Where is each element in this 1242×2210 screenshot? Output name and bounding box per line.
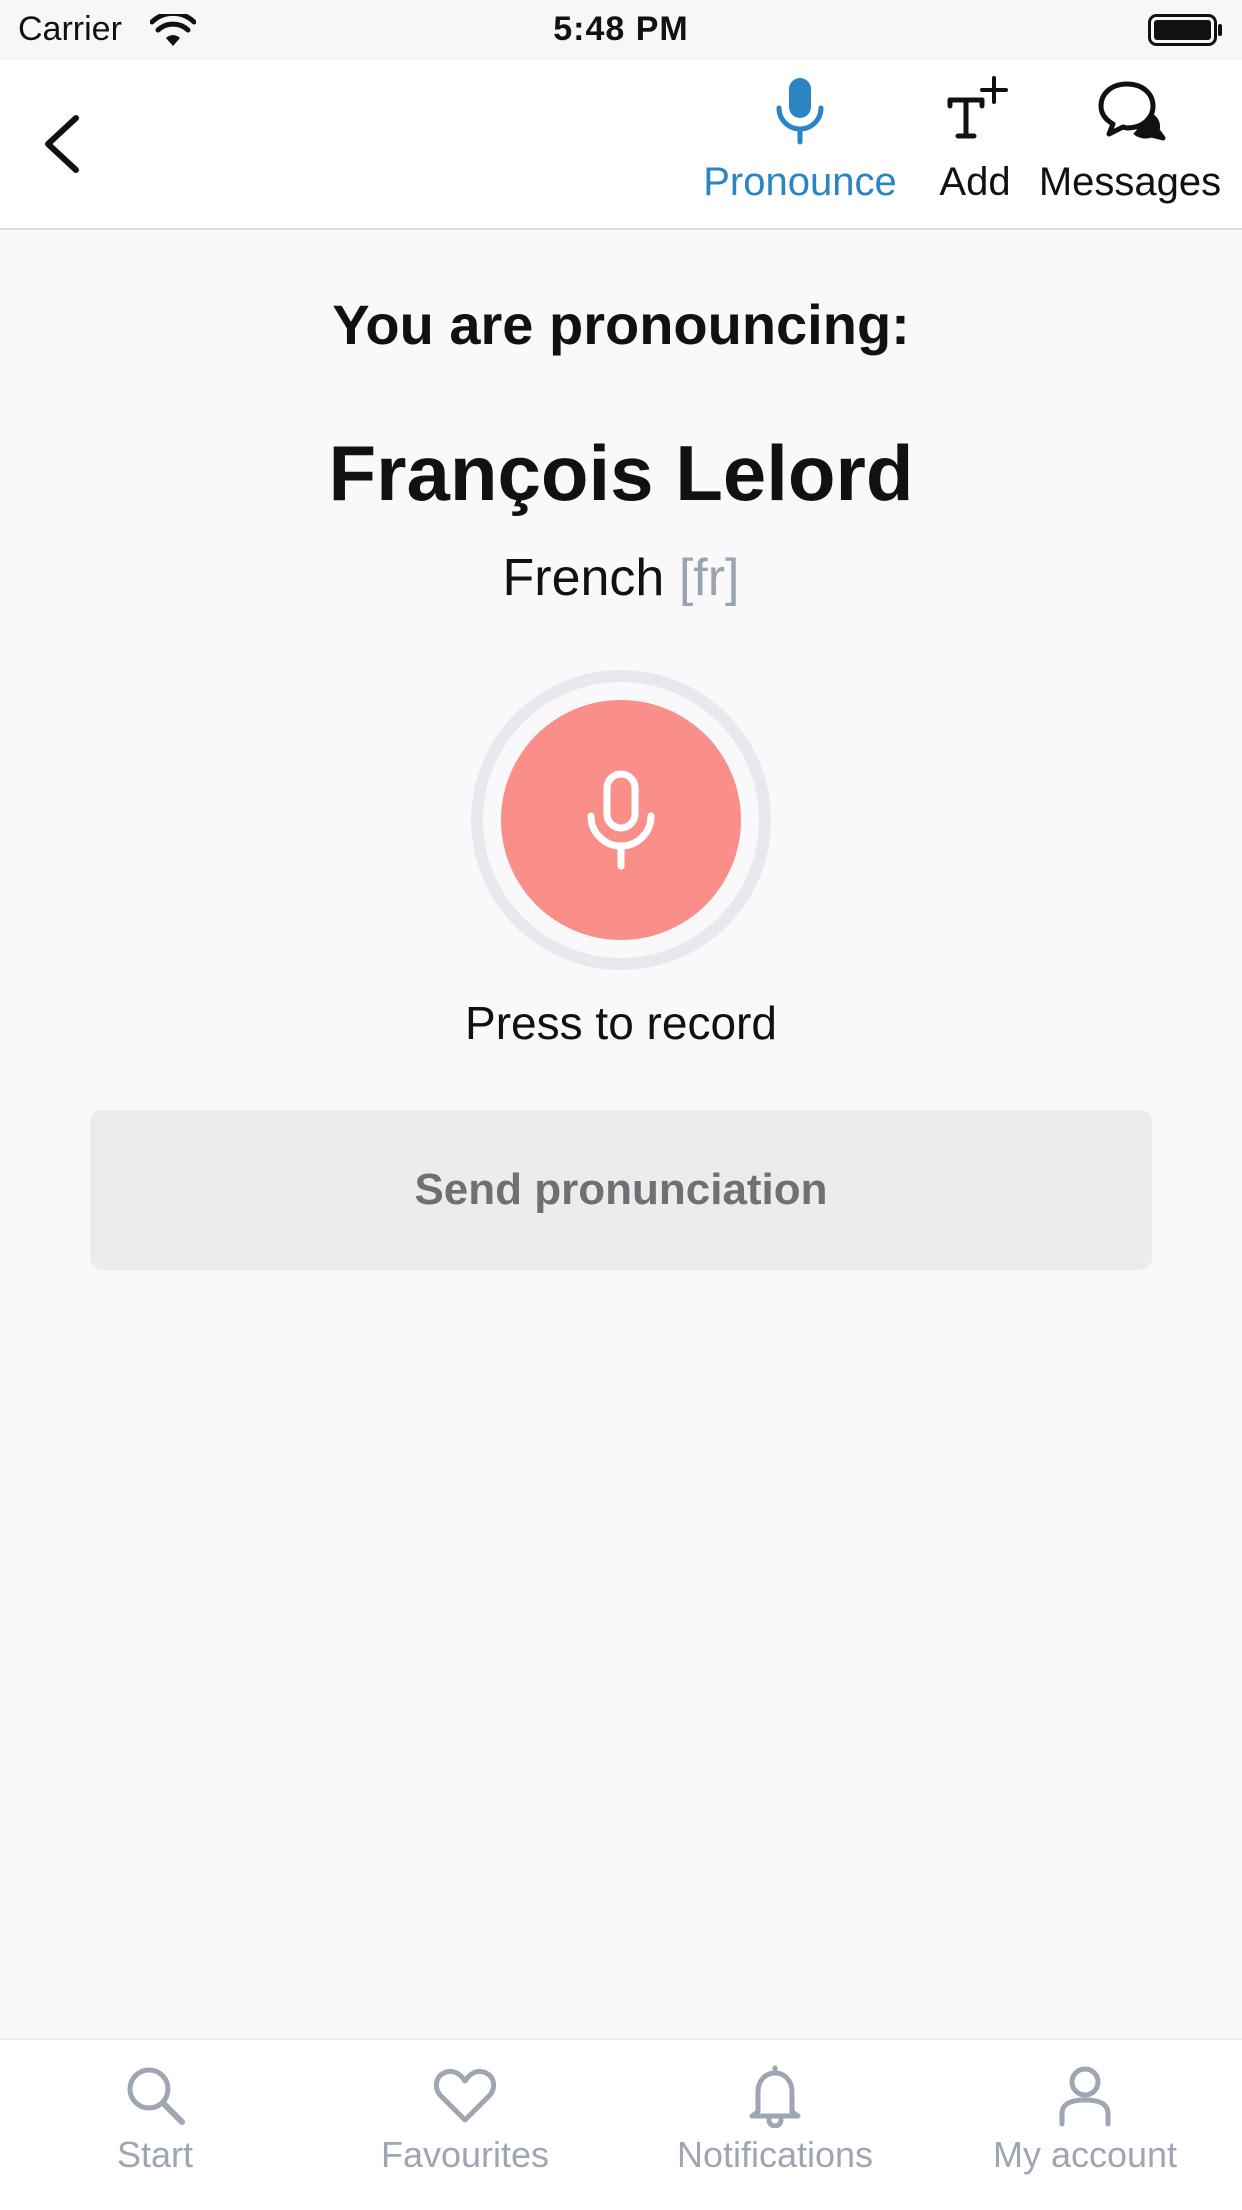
record-hint: Press to record [465,997,777,1049]
bottom-tab-bar: Start Favourites Notifications My accoun… [0,2038,1242,2210]
tab-my-account[interactable]: My account [930,2062,1240,2176]
chat-bubbles-icon [1098,81,1166,141]
name-to-pronounce: François Lelord [328,429,914,517]
battery-icon [1148,14,1222,46]
status-time: 5:48 PM [553,10,689,48]
send-pronunciation-button[interactable]: Send pronunciation [90,1110,1152,1270]
tab-favourites-label: Favourites [380,2134,550,2175]
tab-my-account-label: My account [992,2134,1178,2175]
tab-pronounce-label: Pronounce [703,160,897,204]
search-icon [127,2067,185,2125]
tab-favourites[interactable]: Favourites [310,2062,620,2176]
heart-icon [434,2068,496,2123]
tab-pronounce[interactable]: Pronounce [690,74,910,224]
tab-messages[interactable]: Messages [1030,74,1230,224]
tab-messages-label: Messages [1038,160,1222,204]
tab-notifications[interactable]: Notifications [620,2062,930,2176]
tab-start[interactable]: Start [0,2062,310,2176]
user-icon [1059,2066,1111,2127]
record-button[interactable] [471,670,771,970]
microphone-icon [776,78,824,145]
language-code: [fr] [678,549,740,607]
add-text-icon [947,76,1008,139]
microphone-icon [587,770,655,870]
bell-icon [749,2065,801,2128]
status-bar: Carrier 5:48 PM [0,0,1242,60]
tab-notifications-label: Notifications [676,2134,874,2175]
tab-start-label: Start [116,2134,194,2175]
page-heading: You are pronouncing: [332,293,910,356]
tab-add[interactable]: Add [920,74,1030,224]
nav-bar: Pronounce Add Messages [0,60,1242,230]
back-chevron-icon[interactable] [36,112,94,176]
tab-add-label: Add [939,160,1011,204]
language-line: French [fr] [0,548,1242,608]
language-name: French [502,549,665,607]
record-button-circle[interactable] [501,700,741,940]
